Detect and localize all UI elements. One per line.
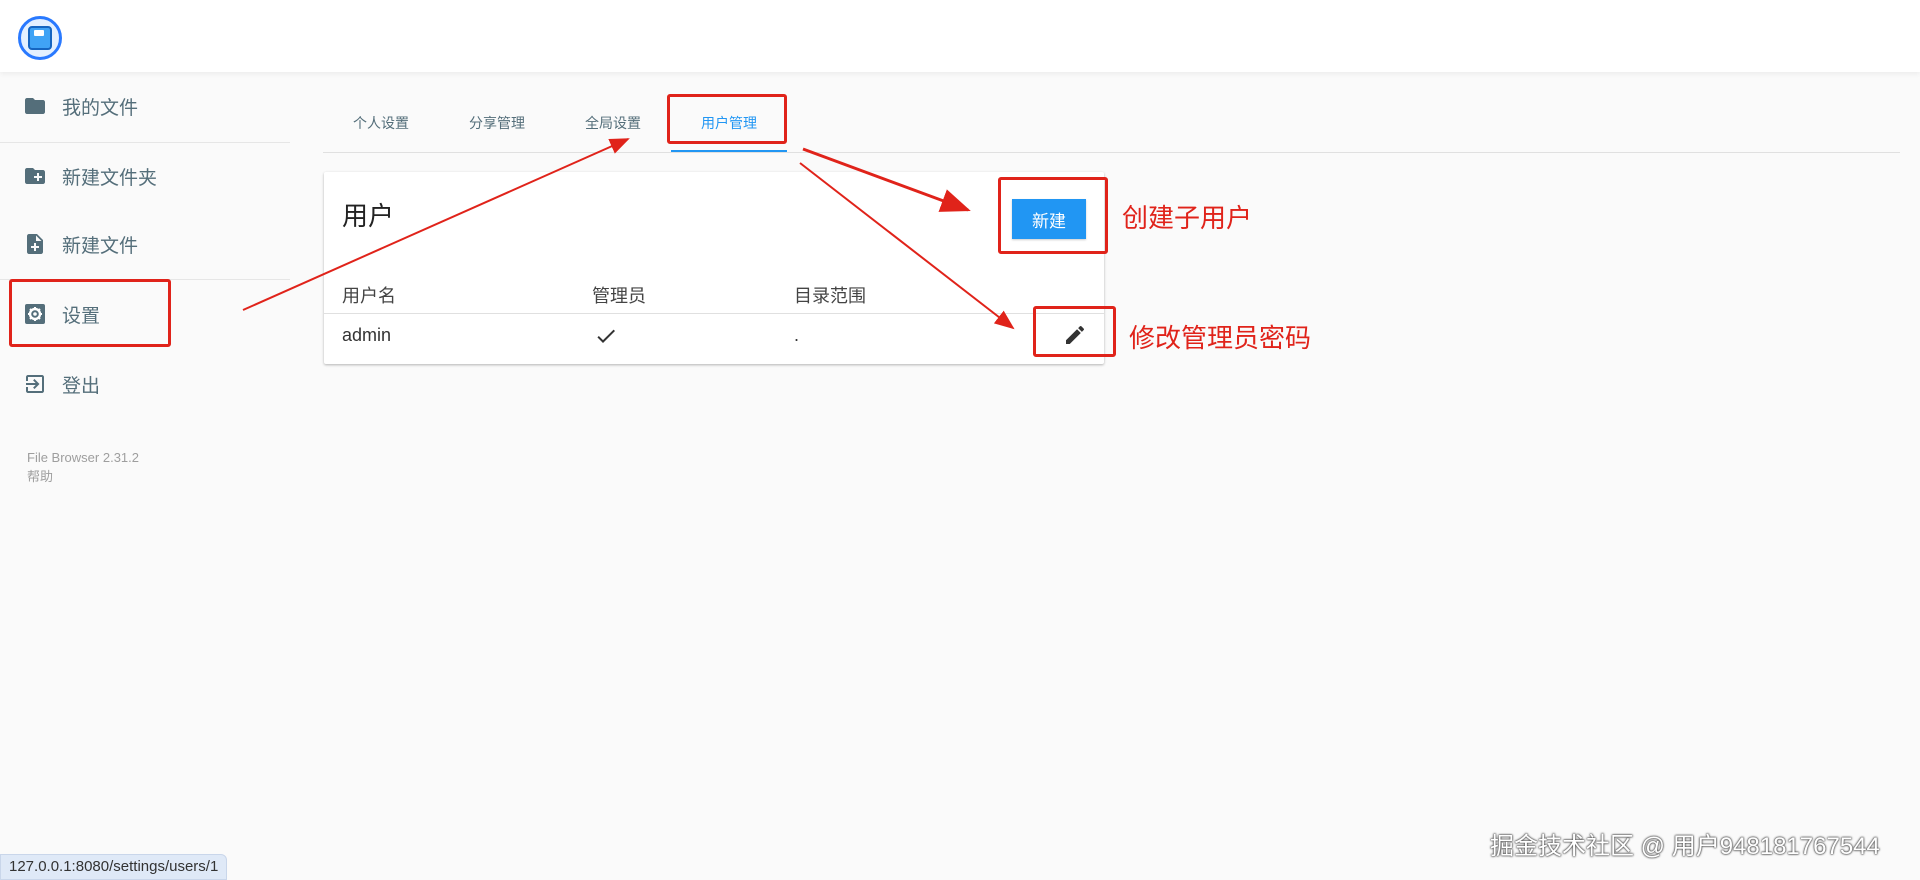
table-divider	[324, 313, 1104, 314]
help-link[interactable]: 帮助	[27, 467, 139, 486]
file-plus-icon	[22, 231, 48, 257]
sidebar-item-logout[interactable]: 登出	[10, 350, 280, 418]
status-bar-url: 127.0.0.1:8080/settings/users/1	[0, 854, 228, 880]
sidebar-item-label: 新建文件	[62, 235, 139, 257]
settings-tabs: 个人设置 分享管理 全局设置 用户管理	[323, 96, 1900, 152]
annotation-change-password: 修改管理员密码	[1129, 323, 1312, 353]
tab-global[interactable]: 全局设置	[555, 96, 671, 150]
column-header-username: 用户名	[342, 286, 396, 306]
edit-user-button[interactable]	[1060, 322, 1090, 352]
sidebar-item-label: 登出	[62, 375, 101, 397]
users-card: 用户 新建 用户名 管理员 目录范围 admin .	[324, 172, 1104, 364]
tab-users[interactable]: 用户管理	[671, 96, 787, 152]
folder-plus-icon	[22, 163, 48, 189]
gear-icon	[22, 301, 48, 327]
tab-shares[interactable]: 分享管理	[439, 96, 555, 150]
credits: File Browser 2.31.2 帮助	[27, 448, 139, 486]
tab-profile[interactable]: 个人设置	[323, 96, 439, 150]
column-header-admin: 管理员	[592, 286, 646, 306]
pencil-icon	[1063, 323, 1087, 352]
floppy-disk-icon	[28, 26, 52, 50]
annotation-create-user: 创建子用户	[1122, 203, 1253, 233]
sidebar-item-label: 新建文件夹	[62, 167, 158, 189]
sidebar-item-my-files[interactable]: 我的文件	[10, 72, 280, 140]
version-text: File Browser 2.31.2	[27, 450, 139, 465]
sidebar-item-settings[interactable]: 设置	[10, 280, 280, 348]
check-icon	[594, 324, 618, 348]
card-title: 用户	[342, 201, 395, 231]
sidebar-item-label: 设置	[62, 305, 101, 327]
column-header-scope: 目录范围	[794, 286, 866, 306]
sidebar-item-label: 我的文件	[62, 97, 139, 119]
sidebar-item-new-file[interactable]: 新建文件	[10, 210, 280, 278]
folder-icon	[22, 93, 48, 119]
cell-username: admin	[342, 325, 392, 345]
app-header	[0, 0, 1920, 72]
cell-scope: .	[794, 325, 800, 345]
logout-icon	[22, 371, 48, 397]
tabs-divider	[323, 152, 1900, 153]
file-browser-logo[interactable]	[18, 16, 62, 60]
new-user-button[interactable]: 新建	[1012, 199, 1086, 239]
watermark: 掘金技术社区 @ 用户948181767544	[1490, 833, 1880, 860]
sidebar-item-new-folder[interactable]: 新建文件夹	[10, 142, 280, 210]
